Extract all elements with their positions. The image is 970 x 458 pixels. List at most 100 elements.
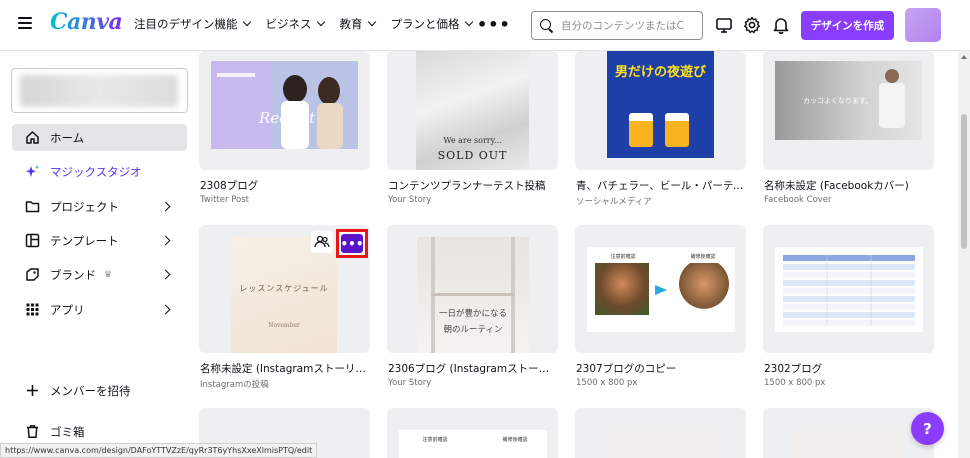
thumbnail-text: 補修後確認 bbox=[502, 437, 528, 443]
chevron-right-icon bbox=[160, 201, 171, 212]
card-title[interactable]: コンテンツプランナーテスト投稿 bbox=[388, 178, 558, 193]
nav-pricing[interactable]: プランと価格 bbox=[390, 16, 473, 32]
design-grid: Recruit 2308ブログ Twitter Post We are sorr… bbox=[198, 51, 958, 458]
chevron-right-icon bbox=[160, 235, 171, 246]
design-thumbnail[interactable] bbox=[763, 408, 934, 458]
home-icon bbox=[24, 130, 40, 146]
card-subtitle: Instagramの投稿 bbox=[200, 380, 269, 390]
nav-education[interactable]: 教育 bbox=[339, 16, 376, 32]
gear-icon[interactable] bbox=[743, 16, 761, 34]
card-title[interactable]: 2308ブログ bbox=[200, 178, 370, 193]
design-thumbnail[interactable] bbox=[763, 225, 934, 353]
sidebar-item-label: アプリ bbox=[50, 302, 85, 317]
avatar[interactable] bbox=[905, 8, 941, 42]
thumbnail-text: November bbox=[268, 322, 300, 329]
design-thumbnail[interactable]: 一日が豊かになる 朝のルーティン bbox=[387, 225, 558, 353]
thumbnail-text: We are sorry... bbox=[443, 136, 502, 145]
thumbnail-image: We are sorry... SOLD OUT bbox=[416, 51, 529, 170]
design-thumbnail[interactable]: Recruit bbox=[199, 51, 370, 170]
design-thumbnail[interactable]: We are sorry... SOLD OUT bbox=[387, 51, 558, 170]
grid-icon bbox=[24, 302, 40, 318]
nav-education-label: 教育 bbox=[339, 17, 363, 31]
sidebar-item-apps[interactable]: アプリ bbox=[12, 296, 187, 323]
trash-icon bbox=[24, 424, 40, 440]
thumbnail-image: 注意前確認 補修後確認 bbox=[587, 247, 735, 332]
sidebar-item-templates[interactable]: テンプレート bbox=[12, 227, 187, 254]
scroll-up-icon[interactable] bbox=[961, 55, 967, 59]
blurred-account-name bbox=[20, 75, 178, 107]
card-title[interactable]: 名称未設定 (Instagramストーリー) ... bbox=[200, 361, 370, 376]
top-header: Canva 注目のデザイン機能 ビジネス 教育 プランと価格 ••• デザインを… bbox=[0, 0, 970, 51]
scrollbar[interactable] bbox=[958, 51, 970, 458]
invite-label: メンバーを招待 bbox=[50, 383, 131, 398]
thumbnail-image: Recruit bbox=[199, 51, 370, 170]
sidebar-item-label: ホーム bbox=[50, 130, 85, 145]
thumbnail-text: 一日が豊かになる bbox=[438, 309, 507, 319]
sidebar: ホーム マジックスタジオ プロジェクト テンプレート ブランド ♛ アプリ メン… bbox=[0, 51, 198, 458]
chevron-down-icon bbox=[316, 17, 325, 27]
card-subtitle: ソーシャルメディア bbox=[576, 197, 652, 207]
canva-logo[interactable]: Canva bbox=[50, 9, 123, 35]
thumbnail-text: 朝のルーティン bbox=[443, 325, 503, 335]
search-box[interactable] bbox=[531, 11, 703, 40]
thumbnail-image bbox=[775, 247, 923, 332]
status-bar-url: https://www.canva.com/design/DAFoYTTVZzE… bbox=[0, 443, 318, 458]
thumbnail-image: レッスンスケジュール November bbox=[231, 237, 337, 353]
thumbnail-image: カッコよくなります。 bbox=[775, 61, 922, 140]
design-thumbnail[interactable]: 男だけの夜遊び bbox=[575, 51, 746, 170]
people-icon[interactable] bbox=[311, 231, 333, 253]
plus-icon bbox=[24, 383, 40, 399]
thumbnail-text: 注意前確認 bbox=[422, 437, 448, 443]
thumbnail-image: 一日が豊かになる 朝のルーティン bbox=[417, 237, 529, 353]
invite-members-button[interactable]: メンバーを招待 bbox=[12, 377, 187, 404]
card-title[interactable]: 2307ブログのコピー bbox=[576, 361, 746, 376]
sidebar-item-trash[interactable]: ゴミ箱 bbox=[12, 418, 187, 445]
thumbnail-text: カッコよくなります。 bbox=[803, 97, 873, 105]
thumbnail-text: 補修後確認 bbox=[690, 254, 716, 260]
chevron-down-icon bbox=[242, 17, 251, 27]
design-thumbnail[interactable]: 注意前確認 補修後確認 bbox=[575, 225, 746, 353]
design-thumbnail[interactable]: 注意前確認 補修後確認 bbox=[387, 408, 558, 458]
card-subtitle: Twitter Post bbox=[200, 195, 249, 205]
thumbnail-text: SOLD OUT bbox=[437, 149, 508, 162]
chevron-right-icon bbox=[160, 269, 171, 280]
scrollbar-thumb[interactable] bbox=[961, 114, 967, 249]
more-nav-button[interactable]: ••• bbox=[477, 15, 511, 34]
nav-business-label: ビジネス bbox=[265, 17, 312, 31]
design-thumbnail[interactable] bbox=[575, 408, 746, 458]
team-switcher[interactable] bbox=[11, 68, 188, 113]
more-options-button[interactable]: ••• bbox=[336, 229, 368, 258]
chevron-down-icon bbox=[464, 17, 473, 27]
desktop-icon[interactable] bbox=[715, 16, 733, 34]
svg-text:Recruit: Recruit bbox=[258, 109, 316, 127]
chevron-down-icon bbox=[367, 17, 376, 27]
card-subtitle: 1500 x 800 px bbox=[764, 378, 826, 388]
card-title[interactable]: 2302ブログ bbox=[764, 361, 934, 376]
sidebar-item-brand[interactable]: ブランド ♛ bbox=[12, 261, 187, 288]
nav-featured[interactable]: 注目のデザイン機能 bbox=[134, 16, 251, 32]
card-title[interactable]: 青、バチェラー、ビール・パーティ... bbox=[576, 178, 746, 193]
thumbnail-text: レッスンスケジュール bbox=[239, 284, 329, 293]
design-thumbnail[interactable]: カッコよくなります。 bbox=[763, 51, 934, 170]
card-subtitle: Your Story bbox=[388, 195, 432, 205]
brand-icon bbox=[24, 267, 40, 283]
sidebar-item-magic-studio[interactable]: マジックスタジオ bbox=[12, 158, 187, 185]
more-horizontal-icon: ••• bbox=[341, 234, 364, 253]
nav-business[interactable]: ビジネス bbox=[265, 16, 325, 32]
card-title[interactable]: 2306ブログ (Instagramストーリー) bbox=[388, 361, 558, 376]
nav-featured-label: 注目のデザイン機能 bbox=[134, 17, 238, 31]
crown-icon: ♛ bbox=[104, 269, 113, 280]
card-subtitle: Your Story bbox=[388, 378, 432, 388]
help-button[interactable]: ? bbox=[911, 412, 944, 445]
card-title[interactable]: 名称未設定 (Facebookカバー) bbox=[764, 178, 934, 193]
sidebar-item-projects[interactable]: プロジェクト bbox=[12, 193, 187, 220]
create-design-button[interactable]: デザインを作成 bbox=[801, 11, 894, 40]
card-subtitle: Facebook Cover bbox=[764, 195, 832, 205]
bell-icon[interactable] bbox=[772, 16, 790, 34]
search-input[interactable] bbox=[561, 19, 701, 32]
nav-pricing-label: プランと価格 bbox=[390, 17, 460, 31]
sidebar-item-label: テンプレート bbox=[50, 233, 119, 248]
template-icon bbox=[24, 233, 40, 249]
sidebar-item-home[interactable]: ホーム bbox=[12, 124, 187, 151]
menu-icon[interactable] bbox=[18, 17, 32, 31]
